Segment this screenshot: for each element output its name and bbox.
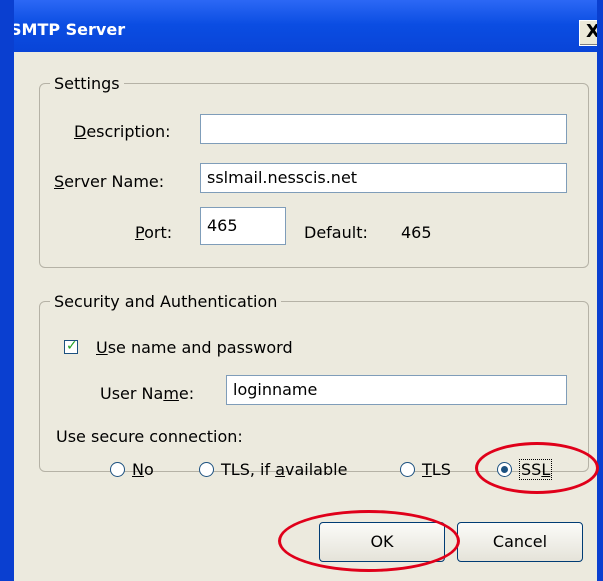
cancel-button[interactable]: Cancel bbox=[457, 522, 583, 562]
radio-ssl-label[interactable]: SSL bbox=[519, 459, 553, 480]
radio-no-label[interactable]: No bbox=[132, 460, 154, 479]
checkmark-icon: ✓ bbox=[66, 338, 78, 354]
server-name-label: Server Name: bbox=[54, 172, 165, 191]
port-label-rest: ort: bbox=[144, 223, 173, 242]
port-field[interactable]: 465 bbox=[200, 207, 286, 245]
window-right-border bbox=[597, 0, 603, 581]
radio-tls-if-available[interactable] bbox=[199, 462, 214, 477]
use-name-label-rest: se name and password bbox=[107, 338, 293, 357]
description-label: Description: bbox=[74, 122, 171, 141]
ok-button[interactable]: OK bbox=[319, 522, 445, 562]
radio-tls-if-available-label[interactable]: TLS, if available bbox=[221, 460, 347, 479]
server-name-field[interactable]: sslmail.nesscis.net bbox=[200, 163, 567, 193]
secure-connection-label: Use secure connection: bbox=[56, 427, 243, 446]
default-label: Default: bbox=[304, 223, 368, 242]
username-label: User Name: bbox=[100, 384, 195, 403]
default-port-value: 465 bbox=[401, 223, 432, 242]
description-label-rest: escription: bbox=[86, 122, 171, 141]
description-field[interactable] bbox=[200, 114, 567, 144]
security-legend: Security and Authentication bbox=[54, 292, 278, 311]
use-name-label[interactable]: Use name and password bbox=[96, 338, 293, 357]
window-left-border bbox=[0, 0, 14, 581]
username-field[interactable]: loginname bbox=[226, 375, 567, 405]
use-name-checkbox[interactable]: ✓ bbox=[64, 338, 78, 354]
radio-tls[interactable] bbox=[400, 462, 415, 477]
smtp-server-dialog: SMTP Server X Settings Description: Serv… bbox=[0, 0, 603, 581]
dialog-content: Settings Description: Server Name: sslma… bbox=[14, 52, 599, 581]
port-label: Port: bbox=[135, 223, 173, 242]
radio-tls-label[interactable]: TLS bbox=[422, 460, 451, 479]
radio-ssl[interactable] bbox=[497, 462, 512, 477]
radio-selected-dot bbox=[501, 466, 508, 473]
settings-legend: Settings bbox=[54, 74, 120, 93]
server-name-label-rest: erver Name: bbox=[64, 172, 165, 191]
radio-no[interactable] bbox=[110, 462, 125, 477]
window-title: SMTP Server bbox=[10, 20, 126, 39]
